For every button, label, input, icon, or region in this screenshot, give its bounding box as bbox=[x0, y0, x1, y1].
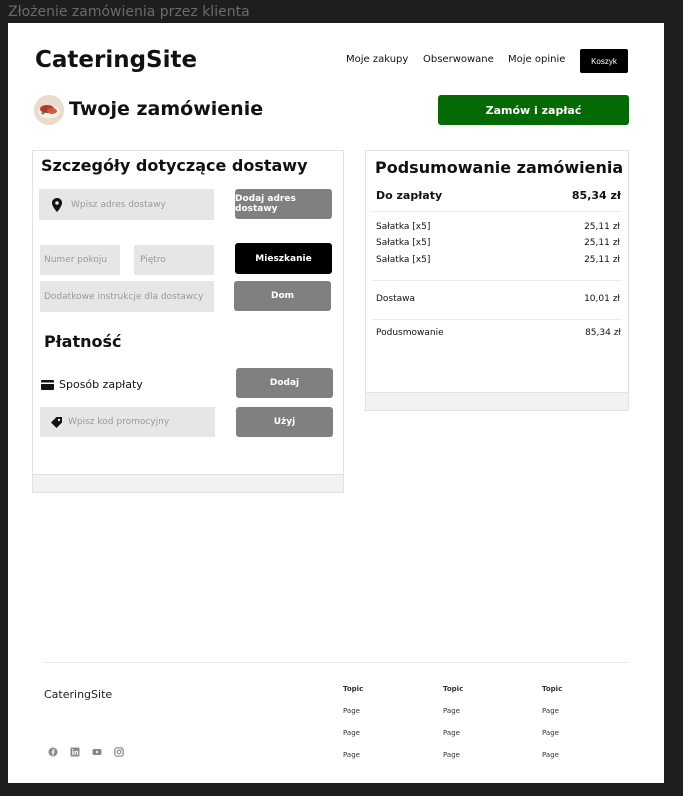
item-name: Sałatka [x5] bbox=[376, 255, 431, 265]
apartment-button[interactable]: Mieszkanie bbox=[235, 243, 332, 274]
nav-my-purchases[interactable]: Moje zakupy bbox=[346, 54, 408, 65]
site-logo[interactable]: CateringSite bbox=[35, 47, 197, 73]
tag-icon bbox=[51, 416, 62, 428]
footer-link[interactable]: Page bbox=[542, 729, 562, 751]
footer-topic: Topic bbox=[542, 685, 563, 693]
instructions-placeholder: Dodatkowe instrukcje dla dostawcy bbox=[44, 291, 204, 302]
delivery-panel: Szczegóły dotyczące dostawy Wpisz adres … bbox=[32, 150, 344, 493]
footer-brand[interactable]: CateringSite bbox=[44, 688, 112, 701]
footer-link[interactable]: Page bbox=[443, 729, 463, 751]
cart-button[interactable]: Koszyk bbox=[580, 49, 628, 73]
page-canvas: CateringSite Moje zakupy Obserwowane Moj… bbox=[8, 23, 664, 783]
location-pin-icon bbox=[52, 197, 62, 212]
order-summary-panel: Podsumowanie zamówienia Do zapłaty 85,34… bbox=[365, 150, 629, 411]
floor-placeholder: Piętro bbox=[140, 255, 166, 265]
footer-link[interactable]: Page bbox=[542, 707, 562, 729]
total-value: 85,34 zł bbox=[585, 328, 621, 338]
floor-input[interactable]: Piętro bbox=[134, 245, 214, 275]
instagram-icon[interactable] bbox=[114, 747, 124, 757]
footer-link[interactable]: Page bbox=[542, 751, 562, 773]
add-address-button[interactable]: Dodaj adres dostawy bbox=[235, 189, 332, 219]
footer-link[interactable]: Page bbox=[443, 751, 463, 773]
delivery-cost-label: Dostawa bbox=[376, 294, 416, 304]
promo-code-input[interactable]: Wpisz kod promocyjny bbox=[40, 407, 215, 437]
total-label: Podusmowanie bbox=[376, 328, 444, 338]
youtube-icon[interactable] bbox=[92, 747, 102, 757]
meat-dish-icon bbox=[34, 95, 64, 125]
item-name: Sałatka [x5] bbox=[376, 238, 431, 248]
linkedin-icon[interactable] bbox=[70, 747, 80, 757]
footer-column: Topic Page Page Page bbox=[542, 685, 562, 773]
delivery-cost-value: 10,01 zł bbox=[584, 294, 620, 304]
footer-link[interactable]: Page bbox=[343, 729, 363, 751]
footer-topic: Topic bbox=[443, 685, 464, 693]
page-title: Twoje zamówienie bbox=[69, 98, 264, 120]
credit-card-icon bbox=[41, 379, 54, 390]
address-placeholder: Wpisz adres dostawy bbox=[71, 199, 166, 210]
facebook-icon[interactable] bbox=[48, 747, 58, 757]
item-price: 25,11 zł bbox=[584, 238, 620, 248]
delivery-cost-row: Dostawa 10,01 zł bbox=[376, 294, 620, 304]
payment-method-label: Sposób zapłaty bbox=[59, 378, 143, 391]
footer-column: Topic Page Page Page bbox=[343, 685, 363, 773]
total-row: Podusmowanie 85,34 zł bbox=[376, 328, 621, 338]
summary-item: Sałatka [x5] 25,11 zł bbox=[376, 255, 620, 265]
use-promo-button[interactable]: Użyj bbox=[236, 407, 333, 437]
payment-title: Płatność bbox=[44, 332, 122, 351]
summary-title: Podsumowanie zamówienia bbox=[375, 158, 624, 177]
footer-link[interactable]: Page bbox=[343, 707, 363, 729]
frame-title: Złożenie zamówienia przez klienta bbox=[8, 4, 250, 20]
to-pay-label: Do zapłaty bbox=[376, 189, 443, 202]
footer-topic: Topic bbox=[343, 685, 364, 693]
to-pay-row: Do zapłaty 85,34 zł bbox=[376, 189, 621, 202]
item-name: Sałatka [x5] bbox=[376, 222, 431, 232]
delivery-panel-footer bbox=[33, 474, 343, 492]
footer-divider bbox=[44, 662, 628, 663]
payment-method-row: Sposób zapłaty bbox=[41, 378, 143, 391]
add-payment-button[interactable]: Dodaj bbox=[236, 368, 333, 398]
divider bbox=[372, 319, 622, 320]
item-price: 25,11 zł bbox=[584, 255, 620, 265]
summary-panel-footer bbox=[366, 392, 628, 410]
summary-item: Sałatka [x5] 25,11 zł bbox=[376, 222, 620, 232]
address-input[interactable]: Wpisz adres dostawy bbox=[39, 189, 214, 220]
food-avatar bbox=[34, 95, 64, 125]
room-number-input[interactable]: Numer pokoju bbox=[40, 245, 120, 275]
delivery-title: Szczegóły dotyczące dostawy bbox=[41, 156, 308, 175]
summary-item: Sałatka [x5] 25,11 zł bbox=[376, 238, 620, 248]
footer-link[interactable]: Page bbox=[343, 751, 363, 773]
nav-my-reviews[interactable]: Moje opinie bbox=[508, 54, 565, 65]
nav-watched[interactable]: Obserwowane bbox=[423, 54, 494, 65]
delivery-instructions-input[interactable]: Dodatkowe instrukcje dla dostawcy bbox=[40, 281, 214, 312]
room-placeholder: Numer pokoju bbox=[44, 255, 108, 265]
item-price: 25,11 zł bbox=[584, 222, 620, 232]
divider bbox=[372, 280, 622, 281]
footer-column: Topic Page Page Page bbox=[443, 685, 463, 773]
order-and-pay-button[interactable]: Zamów i zapłać bbox=[438, 95, 629, 125]
divider bbox=[372, 211, 622, 212]
promo-placeholder: Wpisz kod promocyjny bbox=[68, 417, 170, 427]
house-button[interactable]: Dom bbox=[234, 281, 331, 311]
to-pay-value: 85,34 zł bbox=[571, 189, 621, 202]
footer-link[interactable]: Page bbox=[443, 707, 463, 729]
